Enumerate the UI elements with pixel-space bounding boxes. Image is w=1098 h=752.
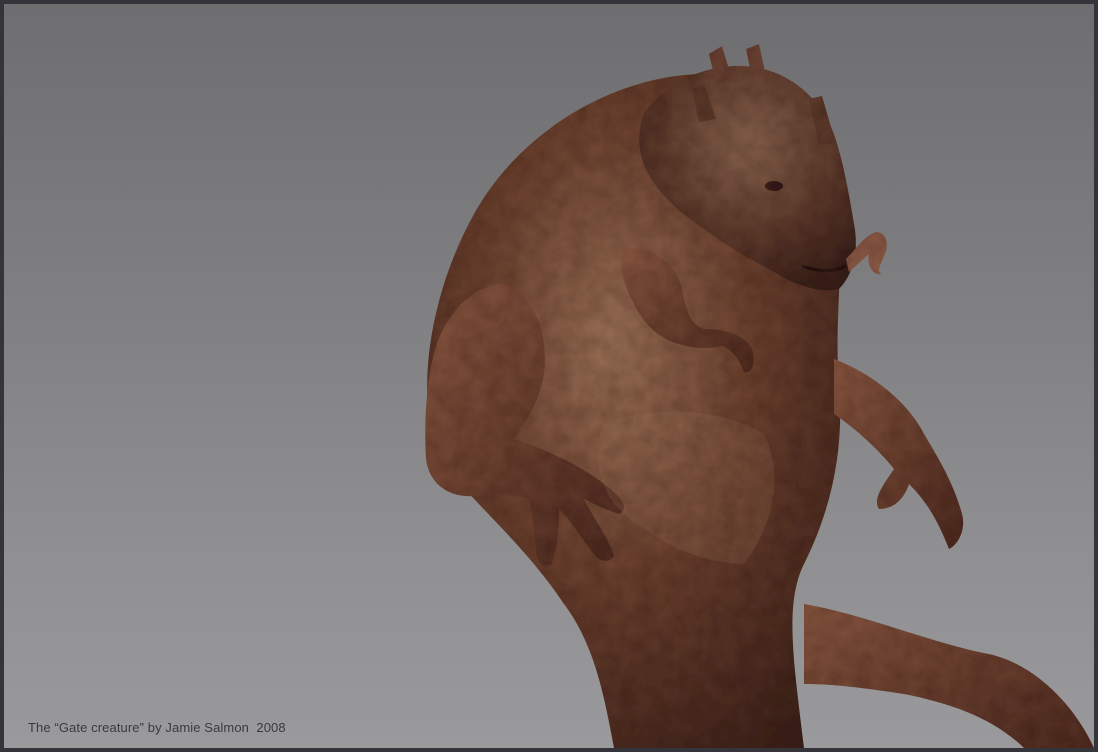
creature-render — [425, 44, 1094, 748]
creature — [425, 44, 1094, 748]
creature-eye — [765, 181, 783, 191]
creature-tail — [804, 604, 1094, 748]
creature-right-arm — [834, 359, 964, 549]
image-frame: The “Gate creature” by Jamie Salmon 2008 — [0, 0, 1098, 752]
image-caption: The “Gate creature” by Jamie Salmon 2008 — [28, 720, 286, 735]
